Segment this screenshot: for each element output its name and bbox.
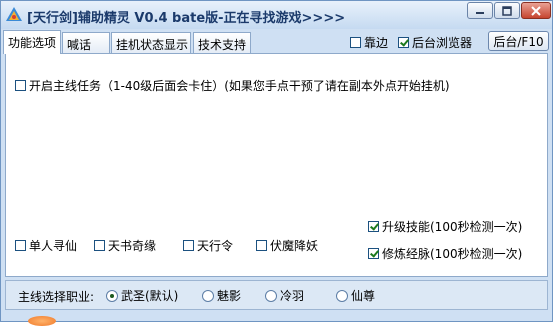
main-quest-checkbox[interactable]: 开启主线任务（1-40级后面会卡住）(如果您手点干预了请在副本外点开始挂机) <box>15 77 450 94</box>
radio-wusheng[interactable]: 武圣(默认) <box>106 287 178 304</box>
option-checkbox-fumo[interactable]: 伏魔降妖 <box>256 237 318 254</box>
train-meridian-label: 修炼经脉(100秒检测一次) <box>382 247 523 261</box>
meiying-radio-dot[interactable] <box>202 289 214 302</box>
background-browser-label: 后台浏览器 <box>412 36 473 50</box>
radio-lengyu[interactable]: 冷羽 <box>265 287 304 304</box>
solo-xunxian-label: 单人寻仙 <box>29 239 78 253</box>
fumo-checkbox-box[interactable] <box>256 240 267 251</box>
career-label: 主线选择职业: <box>18 290 95 304</box>
background-browser-checkbox-box[interactable] <box>398 37 409 48</box>
tab-bar: 功能选项 喊话 挂机状态显示 技术支持 靠边 后台浏览器 <box>1 29 552 54</box>
background-f10-button[interactable]: 后台/F10 <box>488 31 549 51</box>
app-logo-icon <box>5 6 23 22</box>
window-title: [天行剑]辅助精灵 V0.4 bate版-正在寻找游戏>>>> <box>27 11 346 26</box>
close-button[interactable] <box>521 2 551 19</box>
option-checkbox-tianshu[interactable]: 天书奇缘 <box>94 237 156 254</box>
tab-tech-support[interactable]: 技术支持 <box>193 32 251 53</box>
meiying-label: 魅影 <box>217 289 242 303</box>
tab-shout[interactable]: 喊话 <box>62 32 110 53</box>
dock-edge-checkbox[interactable]: 靠边 <box>350 34 388 51</box>
lengyu-label: 冷羽 <box>280 289 305 303</box>
fumo-label: 伏魔降妖 <box>270 239 319 253</box>
upgrade-skill-checkbox-box[interactable] <box>368 221 379 232</box>
lengyu-radio-dot[interactable] <box>265 289 277 302</box>
tianshu-checkbox-box[interactable] <box>94 240 105 251</box>
tab-idle-status[interactable]: 挂机状态显示 <box>111 32 191 53</box>
xianzun-radio-dot[interactable] <box>336 289 348 302</box>
option-checkbox-tianxingling[interactable]: 天行令 <box>183 237 233 254</box>
app-window: [天行剑]辅助精灵 V0.4 bate版-正在寻找游戏>>>> 功能选项 喊话 … <box>0 0 553 322</box>
maximize-icon <box>502 5 512 16</box>
tianshu-label: 天书奇缘 <box>108 239 157 253</box>
tianxingling-checkbox-box[interactable] <box>183 240 194 251</box>
upgrade-skill-label: 升级技能(100秒检测一次) <box>382 220 523 234</box>
taskbar-orb-icon <box>28 316 56 326</box>
train-meridian-checkbox[interactable]: 修炼经脉(100秒检测一次) <box>368 245 522 262</box>
background-browser-checkbox[interactable]: 后台浏览器 <box>398 34 472 51</box>
career-selection-group: 主线选择职业: 武圣(默认) 魅影 冷羽 仙尊 <box>5 280 548 310</box>
main-quest-checkbox-box[interactable] <box>15 80 26 91</box>
train-meridian-checkbox-box[interactable] <box>368 248 379 259</box>
minimize-icon <box>476 11 484 14</box>
dock-edge-checkbox-box[interactable] <box>350 37 361 48</box>
close-icon <box>531 5 541 16</box>
wusheng-radio-dot[interactable] <box>106 289 118 302</box>
function-options-panel: 开启主线任务（1-40级后面会卡住）(如果您手点干预了请在副本外点开始挂机) 升… <box>5 53 548 277</box>
tab-function-options[interactable]: 功能选项 <box>3 30 61 54</box>
radio-meiying[interactable]: 魅影 <box>202 287 241 304</box>
minimize-button[interactable] <box>467 2 493 19</box>
upgrade-skill-checkbox[interactable]: 升级技能(100秒检测一次) <box>368 218 522 235</box>
title-bar[interactable]: [天行剑]辅助精灵 V0.4 bate版-正在寻找游戏>>>> <box>1 1 552 29</box>
maximize-button[interactable] <box>494 2 520 19</box>
option-checkbox-solo-xunxian[interactable]: 单人寻仙 <box>15 237 77 254</box>
xianzun-label: 仙尊 <box>351 289 376 303</box>
solo-xunxian-checkbox-box[interactable] <box>15 240 26 251</box>
tianxingling-label: 天行令 <box>197 239 234 253</box>
main-quest-label: 开启主线任务（1-40级后面会卡住）(如果您手点干预了请在副本外点开始挂机) <box>29 79 450 93</box>
dock-edge-label: 靠边 <box>364 36 389 50</box>
wusheng-label: 武圣(默认) <box>121 289 179 303</box>
radio-xianzun[interactable]: 仙尊 <box>336 287 375 304</box>
